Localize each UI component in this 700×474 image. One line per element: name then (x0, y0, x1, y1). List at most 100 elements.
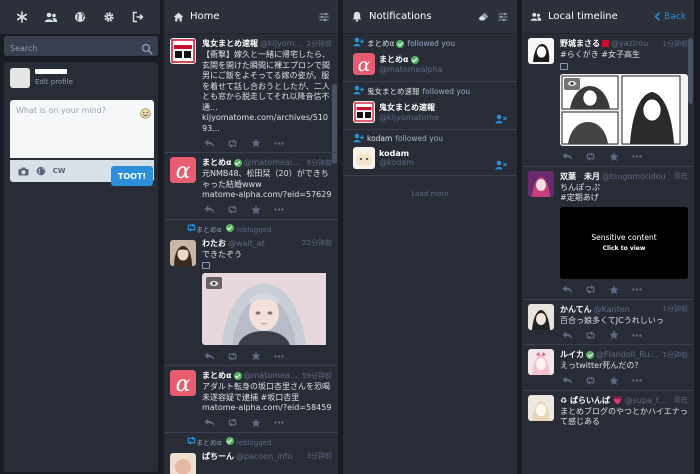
more-icon[interactable] (631, 330, 642, 341)
favourite-icon[interactable] (250, 204, 261, 215)
display-name[interactable]: 野城まさる (560, 38, 600, 49)
avatar[interactable] (170, 38, 196, 64)
eraser-icon[interactable] (477, 11, 489, 23)
favourite-icon[interactable] (608, 375, 619, 386)
notification-follow[interactable]: kodam followed you kodam @kodam (343, 130, 517, 176)
back-button[interactable]: Back (654, 12, 686, 22)
camera-icon[interactable] (16, 164, 30, 178)
display-name[interactable]: まとめα (202, 157, 232, 168)
reply-icon[interactable] (204, 138, 215, 149)
people-icon[interactable] (40, 6, 62, 28)
eye-icon[interactable] (206, 277, 222, 289)
search-input[interactable] (4, 38, 158, 59)
avatar[interactable] (528, 394, 554, 421)
eye-icon[interactable] (564, 77, 580, 90)
favourite-icon[interactable] (250, 417, 261, 428)
timestamp[interactable]: 22分钟前 (298, 238, 332, 248)
sliders-icon[interactable] (497, 11, 509, 23)
content-warning-button[interactable]: CW (52, 164, 66, 178)
display-name[interactable]: まとめα (202, 370, 232, 381)
search-field[interactable] (4, 36, 158, 59)
display-name[interactable]: かんてん (560, 304, 592, 315)
reply-icon[interactable] (204, 417, 215, 428)
edit-profile-link[interactable]: Edit profile (35, 78, 73, 86)
reply-icon[interactable] (562, 375, 573, 386)
media-gallery[interactable] (560, 73, 688, 146)
emoji-picker-icon[interactable] (140, 104, 151, 119)
display-name[interactable]: わたお (202, 238, 226, 249)
notification-follow[interactable]: まとめα followed you α まとめα @matomealpha (343, 34, 517, 82)
display-name[interactable]: ぱちーん (202, 451, 234, 462)
favourite-icon[interactable] (250, 351, 261, 362)
globe-icon[interactable] (69, 6, 91, 28)
reply-icon[interactable] (204, 351, 215, 362)
timestamp[interactable]: 9分钟前 (303, 158, 332, 168)
user-x-icon[interactable] (495, 155, 507, 170)
status[interactable]: ルイカ @Flandoll_Rui... 1分钟前 えっtwitter死んだの？ (522, 345, 694, 391)
timestamp[interactable]: 1分钟前 (659, 39, 688, 49)
boost-icon[interactable] (227, 351, 238, 362)
avatar[interactable]: α (170, 370, 196, 396)
boost-icon[interactable] (227, 138, 238, 149)
reply-icon[interactable] (562, 151, 573, 162)
status[interactable]: 鬼女まとめ速報 @kijyom... 2分钟前 【衝撃】嫁久と一緒に帰宅したら、… (164, 34, 338, 153)
display-name[interactable]: ♻ ぱらいんぱ 💗 (560, 395, 623, 406)
avatar[interactable] (353, 101, 375, 123)
display-name[interactable]: 双葉 未月 (560, 171, 600, 182)
status[interactable]: α まとめα @matomeal... 59分钟前 アダルト転身の坂口杏里さんを… (164, 366, 338, 433)
boost-icon[interactable] (227, 417, 238, 428)
avatar[interactable] (170, 239, 196, 266)
home-feed[interactable]: 鬼女まとめ速報 @kijyom... 2分钟前 【衝撃】嫁久と一緒に帰宅したら、… (164, 34, 338, 474)
reblogger-name[interactable]: まとめα (196, 439, 222, 447)
status[interactable]: 双葉 未月 @tsugomoridou 现在 ちんぽっぷ #定期あげ Sensi… (522, 167, 694, 300)
sliders-icon[interactable] (318, 11, 330, 23)
local-feed[interactable]: 野城まさる @yazirou 1分钟前 #らくがき #女子高生 双葉 未月 @t… (522, 34, 694, 474)
avatar[interactable]: α (170, 157, 196, 183)
boost-icon[interactable] (585, 330, 596, 341)
more-icon[interactable] (273, 138, 284, 149)
reblogger-name[interactable]: まとめα (196, 226, 222, 234)
globe-privacy-icon[interactable] (34, 164, 48, 178)
follower-name[interactable]: まとめα (367, 38, 394, 49)
favourite-icon[interactable] (608, 330, 619, 341)
reply-icon[interactable] (562, 284, 573, 295)
favourite-icon[interactable] (608, 284, 619, 295)
user-x-icon[interactable] (495, 109, 507, 124)
favourite-icon[interactable] (608, 151, 619, 162)
status[interactable]: 野城まさる @yazirou 1分钟前 #らくがき #女子高生 (522, 34, 694, 167)
account[interactable]: kodam @kodam (353, 147, 511, 169)
status[interactable]: α まとめα @matomealp... 9分钟前 元NMB48、松田栞（20）… (164, 153, 338, 220)
more-icon[interactable] (273, 417, 284, 428)
timestamp[interactable]: 现在 (670, 395, 688, 405)
boost-icon[interactable] (585, 375, 596, 386)
status[interactable]: まとめα reblogged わたお @wait_at 22分钟前 できたぞう (164, 220, 338, 366)
more-icon[interactable] (631, 151, 642, 162)
local-timeline-column-header[interactable]: Local timeline Back (522, 0, 694, 34)
boost-icon[interactable] (227, 204, 238, 215)
asterisk-icon[interactable] (11, 6, 33, 28)
toot-button[interactable]: TOOT! (111, 166, 153, 186)
avatar[interactable] (528, 303, 554, 330)
status[interactable]: ♻ ぱらいんぱ 💗 @supa_t... 现在 まとめブログのやつとかハイエナっ… (522, 391, 694, 428)
account[interactable]: 鬼女まとめ速報 @kijyomatome (353, 101, 511, 123)
follower-name[interactable]: kodam (367, 134, 392, 143)
avatar[interactable] (528, 38, 554, 64)
notifications-column-header[interactable]: Notifications (343, 0, 517, 34)
timestamp[interactable]: 现在 (670, 171, 688, 181)
boost-icon[interactable] (585, 151, 596, 162)
more-icon[interactable] (273, 204, 284, 215)
more-icon[interactable] (631, 375, 642, 386)
notification-follow[interactable]: 鬼女まとめ速報 followed you 鬼女まとめ速報 @kijyomatom… (343, 82, 517, 130)
avatar[interactable] (10, 68, 30, 88)
timestamp[interactable]: 2分钟前 (303, 39, 332, 49)
timestamp[interactable]: 59分钟前 (298, 371, 332, 381)
avatar[interactable] (528, 170, 554, 197)
avatar[interactable] (528, 349, 554, 375)
status[interactable]: かんてん @Kanten 1分钟前 百合っ娘多くてJCうれしいっ (522, 300, 694, 345)
status[interactable]: まとめα reblogged ぱちーん @pacoon_info 3分钟前 (164, 433, 338, 474)
favourite-icon[interactable] (250, 138, 261, 149)
notifications-feed[interactable]: まとめα followed you α まとめα @matomealpha 鬼女… (343, 34, 517, 474)
timestamp[interactable]: 3分钟前 (303, 451, 332, 461)
more-icon[interactable] (273, 351, 284, 362)
avatar[interactable]: α (353, 53, 375, 75)
